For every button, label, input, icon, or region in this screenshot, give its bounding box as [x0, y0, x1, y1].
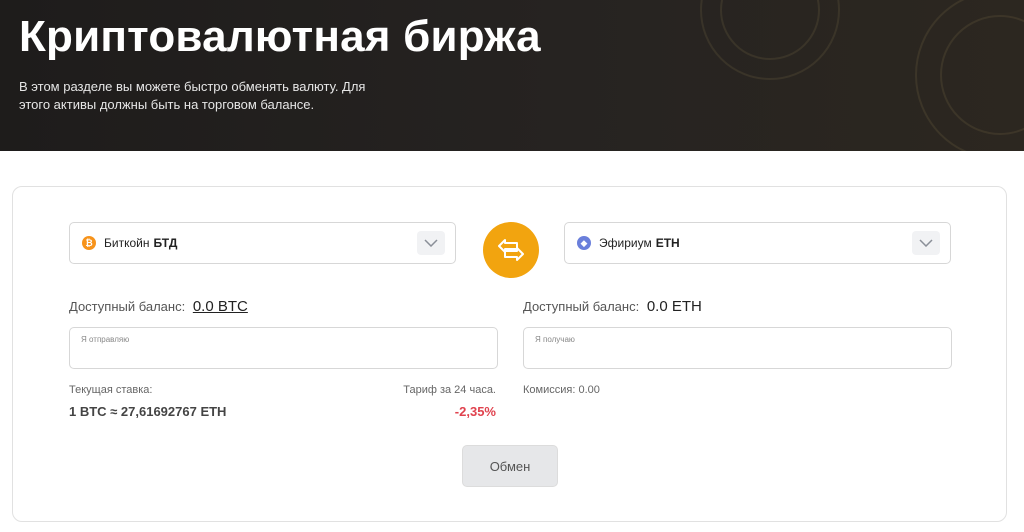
commission-label: Комиссия: 0.00 — [523, 384, 600, 396]
change-value: -2,35% — [454, 404, 496, 419]
page-description: В этом разделе вы можете быстро обменять… — [19, 79, 366, 112]
receive-amount-input[interactable] — [534, 346, 941, 366]
receive-amount-label: Я получаю — [535, 335, 575, 344]
swap-arrows-icon — [498, 239, 524, 261]
rate-label: Текущая ставка: — [69, 384, 153, 396]
chevron-down-icon[interactable] — [417, 231, 445, 255]
rate-value: 1 BTC ≈ 27,61692767 ETH — [69, 404, 227, 419]
bitcoin-icon: ₿ — [82, 236, 96, 250]
change-label: Тариф за 24 часа. — [403, 384, 496, 396]
send-amount-label: Я отправляю — [81, 335, 130, 344]
send-coin-ticker: БТД — [153, 236, 178, 250]
send-balance-value[interactable]: 0.0 BTC — [193, 298, 248, 315]
receive-balance: Доступный баланс: 0.0 ETH — [523, 298, 702, 315]
send-balance: Доступный баланс: 0.0 BTC — [69, 298, 248, 315]
receive-coin-ticker: ETH — [655, 236, 680, 250]
exchange-card: ₿ Биткойн БТД ◆ Эфириум ETH Доступный ба… — [12, 186, 1007, 522]
exchange-button[interactable]: Обмен — [462, 445, 558, 487]
receive-amount-field[interactable]: Я получаю — [523, 327, 952, 369]
swap-button[interactable] — [483, 222, 539, 278]
receive-balance-label: Доступный баланс: — [523, 299, 640, 314]
send-balance-label: Доступный баланс: — [69, 299, 186, 314]
receive-coin-name: Эфириум — [599, 236, 652, 250]
receive-balance-value: 0.0 ETH — [646, 298, 702, 315]
send-coin-name: Биткойн — [104, 236, 150, 250]
ethereum-icon: ◆ — [577, 236, 591, 250]
hero-banner: Криптовалютная биржа В этом разделе вы м… — [0, 0, 1024, 151]
chevron-down-icon[interactable] — [912, 231, 940, 255]
send-amount-input[interactable] — [80, 346, 487, 366]
send-currency-select[interactable]: ₿ Биткойн БТД — [69, 222, 456, 264]
page-title: Криптовалютная биржа — [19, 12, 541, 61]
send-amount-field[interactable]: Я отправляю — [69, 327, 498, 369]
receive-currency-select[interactable]: ◆ Эфириум ETH — [564, 222, 951, 264]
